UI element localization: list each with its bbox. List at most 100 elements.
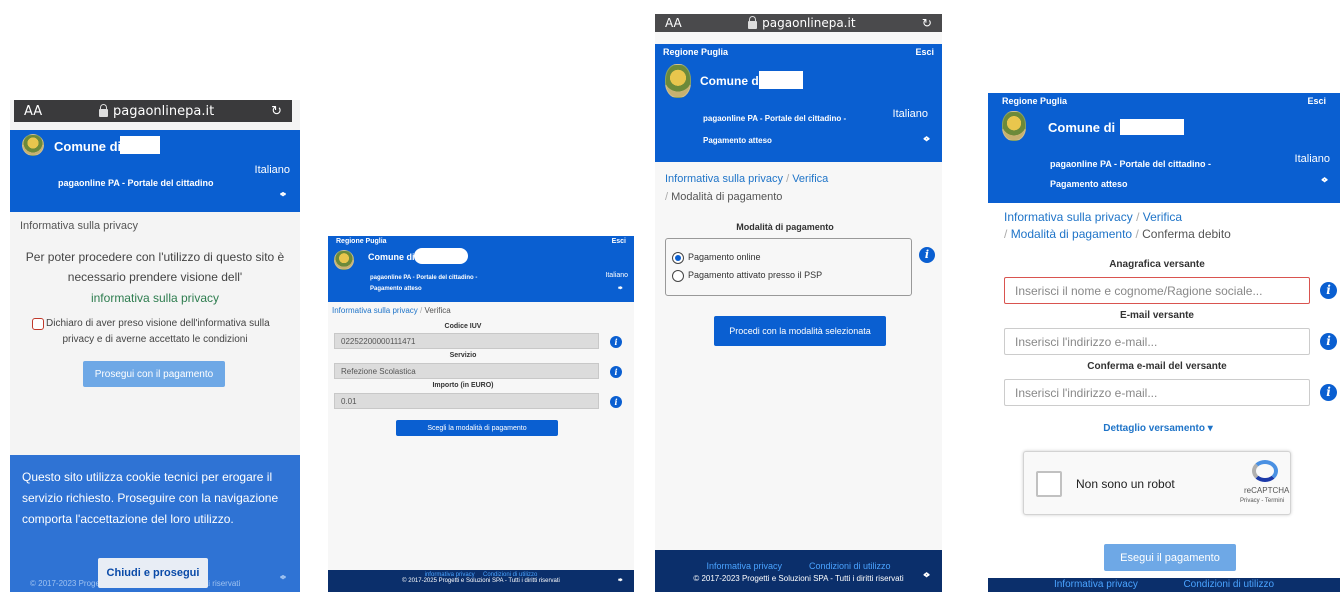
redacted-name — [120, 136, 160, 154]
recaptcha-checkbox[interactable] — [1036, 471, 1062, 497]
municipality-name: Comune di — [1048, 120, 1116, 135]
menu-toggle-icon[interactable]: ⌄ ⌃ — [921, 130, 932, 148]
footer-privacy-link[interactable]: Informativa privacy — [1054, 579, 1138, 590]
crumb-verify[interactable]: Verifica — [1143, 210, 1182, 224]
portal-title: pagaonline PA - Portale del cittadino - — [1050, 159, 1212, 169]
recaptcha-brand: reCAPTCHA — [1244, 486, 1290, 495]
exit-link[interactable]: Esci — [612, 238, 626, 245]
recaptcha-links[interactable]: Privacy - Termini — [1240, 498, 1284, 504]
url-display[interactable]: pagaonlinepa.it — [748, 15, 856, 30]
payer-label: Anagrafica versante — [1109, 259, 1205, 270]
crumb-privacy[interactable]: Informativa sulla privacy — [1004, 210, 1133, 224]
footer-links: Informativa privacy Condizioni di utiliz… — [655, 550, 942, 571]
footer-links[interactable]: informativa privacy Condizioni di utiliz… — [328, 570, 634, 578]
redacted-name — [414, 248, 468, 264]
url-display[interactable]: pagaonlinepa.it — [99, 103, 214, 119]
radio-psp[interactable] — [672, 270, 684, 282]
municipality-name: Comune di — [700, 74, 762, 88]
pending-label: Pagamento atteso — [1050, 179, 1128, 189]
crumb-verify[interactable]: Verifica — [425, 306, 451, 315]
iuv-label: Codice IUV — [444, 323, 482, 330]
browser-url-bar[interactable]: AA pagaonlinepa.it ↻ — [14, 100, 292, 122]
menu-toggle-icon[interactable]: ⌄ ⌃ — [1319, 171, 1330, 189]
reload-icon[interactable]: ↻ — [922, 16, 932, 30]
text-size-button[interactable]: AA — [665, 16, 682, 30]
cookie-banner: Questo sito utilizza cookie tecnici per … — [10, 455, 300, 592]
payer-info-icon[interactable]: i — [1320, 282, 1337, 299]
footer-privacy-link[interactable]: Informativa privacy — [706, 561, 782, 571]
portal-title: pagaonline PA - Portale del cittadino - — [703, 114, 847, 123]
language-select[interactable]: Italiano — [255, 164, 290, 176]
email-input[interactable]: Inserisci l'indirizzo e-mail... — [1004, 328, 1310, 355]
crumb-separator: / — [1004, 227, 1008, 241]
portal-title: pagaonline PA - Portale del cittadino - — [370, 275, 478, 281]
exit-link[interactable]: Esci — [1307, 96, 1326, 106]
service-info-icon[interactable]: i — [610, 366, 622, 378]
language-select[interactable]: Italiano — [605, 272, 628, 279]
breadcrumb[interactable]: Informativa sulla privacy — [20, 220, 138, 232]
intro-text-2: necessario prendere visione dell' — [67, 270, 243, 284]
breadcrumb: Informativa sulla privacy / Verifica — [332, 306, 451, 315]
menu-toggle-icon[interactable]: ⌄ ⌃ — [278, 186, 288, 203]
redacted-name — [1120, 119, 1184, 135]
municipality-name: Comune di — [54, 139, 122, 154]
footer-terms-link[interactable]: Condizioni di utilizzo — [1183, 579, 1274, 590]
text-size-button[interactable]: AA — [24, 104, 42, 119]
email-confirm-info-icon[interactable]: i — [1320, 384, 1337, 401]
browser-url-bar[interactable]: AA pagaonlinepa.it ↻ — [655, 14, 942, 32]
crest-icon — [1002, 111, 1026, 141]
service-field: Refezione Scolastica — [334, 363, 599, 379]
crumb-separator: / — [665, 191, 669, 203]
app-header: Comune di Italiano pagaonline PA - Porta… — [10, 130, 300, 212]
radio-online[interactable] — [672, 252, 684, 264]
language-select[interactable]: Italiano — [1295, 153, 1330, 165]
intro-text-1: Per poter procedere con l'utilizzo di qu… — [25, 250, 285, 264]
screen-payment-mode: AA pagaonlinepa.it ↻ Regione Puglia Esci… — [655, 14, 942, 592]
crumb-mode[interactable]: Modalità di pagamento — [1011, 227, 1132, 241]
mode-title: Modalità di pagamento — [736, 222, 834, 232]
exit-link[interactable]: Esci — [915, 47, 934, 57]
proceed-mode-button[interactable]: Procedi con la modalità selezionata — [714, 316, 886, 346]
app-header: Regione Puglia Esci Comune di Italiano p… — [328, 236, 634, 302]
close-cookie-button[interactable]: Chiudi e prosegui — [98, 558, 208, 588]
iuv-info-icon[interactable]: i — [610, 336, 622, 348]
payer-input[interactable]: Inserisci il nome e cognome/Ragione soci… — [1004, 277, 1310, 304]
crumb-privacy[interactable]: Informativa sulla privacy — [665, 173, 783, 185]
reload-icon[interactable]: ↻ — [271, 104, 282, 119]
language-select[interactable]: Italiano — [893, 108, 928, 120]
pending-label: Pagamento atteso — [370, 286, 422, 292]
crumb-verify[interactable]: Verifica — [792, 173, 828, 185]
recaptcha-widget: Non sono un robot reCAPTCHA Privacy - Te… — [1023, 451, 1291, 515]
email-confirm-label: Conferma e-mail del versante — [1087, 361, 1227, 372]
email-confirm-input[interactable]: Inserisci l'indirizzo e-mail... — [1004, 379, 1310, 406]
crumb-separator: / — [1136, 210, 1140, 224]
crest-icon — [665, 64, 691, 98]
footer-copyright: © 2017-2025 Progetti e Soluzioni SPA - T… — [402, 578, 560, 584]
crest-icon — [334, 250, 354, 270]
screen-verify: Regione Puglia Esci Comune di Italiano p… — [328, 236, 634, 592]
footer-links: Informativa privacy Condizioni di utiliz… — [988, 578, 1340, 590]
crest-icon — [22, 134, 44, 156]
proceed-payment-button[interactable]: Prosegui con il pagamento — [83, 361, 225, 387]
option-online-label[interactable]: Pagamento online — [688, 252, 761, 262]
consent-checkbox[interactable] — [32, 318, 44, 330]
screen-privacy: AA pagaonlinepa.it ↻ Comune di Italiano … — [10, 100, 300, 592]
recaptcha-label: Non sono un robot — [1076, 477, 1175, 491]
crumb-privacy[interactable]: Informativa sulla privacy — [332, 306, 418, 315]
email-label: E-mail versante — [1120, 310, 1194, 321]
footer: informativa privacy Condizioni di utiliz… — [328, 570, 634, 592]
pay-button[interactable]: Esegui il pagamento — [1104, 544, 1236, 571]
choose-method-button[interactable]: Scegli la modalità di pagamento — [396, 420, 558, 436]
amount-info-icon[interactable]: i — [610, 396, 622, 408]
footer-logo-icon: ⌄ ⌃ — [616, 573, 624, 587]
email-info-icon[interactable]: i — [1320, 333, 1337, 350]
footer-terms-link[interactable]: Condizioni di utilizzo — [809, 561, 891, 571]
menu-toggle-icon[interactable]: ⌄ ⌃ — [616, 282, 624, 295]
app-header: Regione Puglia Esci Comune di Italiano p… — [655, 44, 942, 162]
option-psp-label[interactable]: Pagamento attivato presso il PSP — [688, 270, 822, 280]
footer-logo-icon: ⌄ ⌃ — [921, 565, 932, 585]
crumb-mode: Modalità di pagamento — [671, 191, 783, 203]
mode-info-icon[interactable]: i — [919, 247, 935, 263]
detail-toggle[interactable]: Dettaglio versamento ▾ — [988, 423, 1328, 434]
privacy-link[interactable]: informativa sulla privacy — [10, 291, 300, 305]
